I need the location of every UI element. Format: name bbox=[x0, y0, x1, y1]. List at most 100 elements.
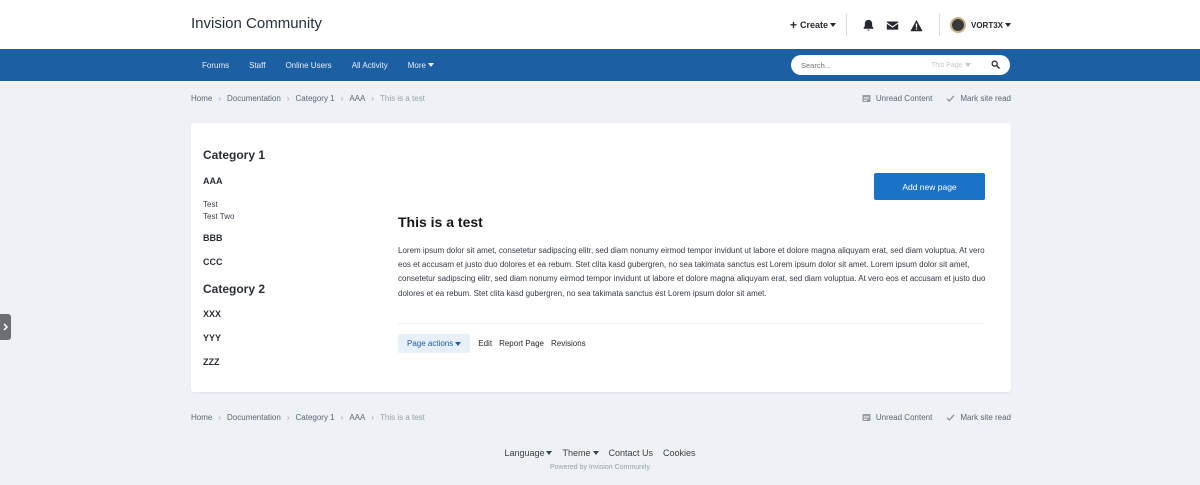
unread-icon bbox=[862, 94, 871, 102]
language-label: Language bbox=[504, 448, 545, 458]
nav-more-label: More bbox=[407, 60, 426, 70]
breadcrumb-top: Home › Documentation › Category 1 › AAA › Th… bbox=[191, 91, 1011, 105]
breadcrumb-aaa[interactable]: AAA bbox=[349, 94, 365, 103]
breadcrumb-current: This is a test bbox=[380, 93, 425, 103]
nav-item-staff[interactable]: Staff bbox=[249, 61, 265, 70]
page-link-test[interactable]: Test bbox=[203, 200, 218, 209]
mark-site-read-link[interactable]: Mark site read bbox=[946, 413, 1011, 422]
breadcrumb: Home › Documentation › Category 1 › AAA › Th… bbox=[191, 94, 425, 103]
nav-list: Forums Staff Online Users All Activity M… bbox=[191, 49, 454, 81]
page-link-test-two[interactable]: Test Two bbox=[203, 212, 234, 221]
chevron-right-icon: › bbox=[218, 412, 222, 422]
mark-site-read-link[interactable]: Mark site read bbox=[946, 94, 1011, 103]
breadcrumb-documentation[interactable]: Documentation bbox=[227, 413, 281, 422]
breadcrumb-actions: Unread Content Mark site read bbox=[848, 413, 1011, 422]
divider bbox=[845, 14, 847, 36]
username[interactable]: VORT3X bbox=[971, 21, 1003, 30]
breadcrumb-aaa[interactable]: AAA bbox=[349, 413, 365, 422]
powered-by-text[interactable]: Powered by Invision Community bbox=[0, 464, 1200, 471]
chevron-right-icon: › bbox=[371, 412, 374, 422]
unread-icon bbox=[862, 413, 871, 421]
breadcrumb-current: This is a test bbox=[380, 412, 425, 422]
page-actions-button[interactable]: Page actions bbox=[398, 334, 471, 353]
primary-nav: Forums Staff Online Users All Activity M… bbox=[0, 49, 1200, 81]
report-page-link[interactable]: Report Page bbox=[499, 339, 544, 348]
warning-icon[interactable] bbox=[910, 18, 924, 32]
envelope-icon[interactable] bbox=[886, 18, 900, 32]
breadcrumb-bottom: Home › Documentation › Category 1 › AAA › Th… bbox=[191, 410, 1011, 424]
section-title-ccc[interactable]: CCC bbox=[203, 257, 223, 267]
nav-item-forums[interactable]: Forums bbox=[202, 61, 229, 70]
chevron-right-icon: › bbox=[218, 93, 222, 103]
unread-content-label: Unread Content bbox=[875, 93, 933, 103]
bell-icon[interactable] bbox=[862, 18, 876, 32]
page-actions-label: Page actions bbox=[407, 339, 454, 348]
chevron-right-icon: › bbox=[340, 93, 344, 103]
caret-down-icon bbox=[829, 23, 836, 27]
avatar[interactable] bbox=[949, 17, 966, 33]
site-header: Invision Community + Create VORT3X bbox=[0, 0, 1200, 49]
revisions-link[interactable]: Revisions bbox=[551, 339, 586, 348]
add-new-page-button[interactable]: Add new page bbox=[874, 173, 985, 200]
search-scope-label: This Page bbox=[931, 61, 963, 69]
section-title-zzz[interactable]: ZZZ bbox=[203, 357, 220, 367]
unread-content-link[interactable]: Unread Content bbox=[862, 94, 932, 103]
caret-down-icon bbox=[964, 63, 971, 67]
section-title-bbb[interactable]: BBB bbox=[203, 233, 223, 243]
mark-site-read-label: Mark site read bbox=[960, 93, 1011, 103]
caret-down-icon bbox=[1005, 23, 1011, 27]
contact-us-link[interactable]: Contact Us bbox=[609, 448, 654, 458]
chevron-right-icon: › bbox=[340, 412, 344, 422]
plus-icon: + bbox=[789, 18, 797, 32]
sidebar-toggle-button[interactable] bbox=[0, 314, 11, 340]
section-title-aaa[interactable]: AAA bbox=[203, 176, 223, 186]
content-card: Category 1 AAA Test Test Two BBB CCC Cat… bbox=[191, 123, 1011, 392]
breadcrumb-home[interactable]: Home bbox=[191, 413, 212, 422]
user-menu[interactable]: VORT3X bbox=[949, 17, 1011, 33]
search-box: This Page bbox=[791, 55, 1010, 75]
footer-links: Language Theme Contact Us Cookies bbox=[0, 448, 1200, 458]
create-menu-button[interactable]: + Create bbox=[790, 18, 836, 32]
create-label: Create bbox=[799, 20, 828, 30]
theme-menu[interactable]: Theme bbox=[562, 448, 599, 458]
cookies-link[interactable]: Cookies bbox=[663, 448, 696, 458]
nav-item-more[interactable]: More bbox=[408, 61, 434, 70]
breadcrumb-category-1[interactable]: Category 1 bbox=[296, 94, 335, 103]
page-title: This is a test bbox=[398, 214, 483, 230]
caret-down-icon bbox=[427, 63, 434, 67]
search-icon[interactable] bbox=[991, 60, 1000, 69]
breadcrumb-documentation[interactable]: Documentation bbox=[227, 94, 281, 103]
search-input[interactable] bbox=[801, 60, 921, 70]
breadcrumb: Home › Documentation › Category 1 › AAA › Th… bbox=[191, 413, 425, 422]
site-title[interactable]: Invision Community bbox=[191, 15, 322, 32]
chevron-right-icon: › bbox=[286, 412, 290, 422]
search-scope-select[interactable]: This Page bbox=[931, 62, 971, 69]
chevron-right-icon: › bbox=[371, 93, 374, 103]
nav-item-online-users[interactable]: Online Users bbox=[285, 61, 331, 70]
breadcrumb-home[interactable]: Home bbox=[191, 94, 212, 103]
page-body: Lorem ipsum dolor sit amet, consetetur s… bbox=[398, 246, 986, 298]
section-title-xxx[interactable]: XXX bbox=[203, 309, 221, 319]
divider bbox=[398, 323, 985, 324]
caret-down-icon bbox=[592, 451, 599, 455]
page-actions-bar: Page actions Edit Report Page Revisions bbox=[398, 334, 593, 353]
theme-label: Theme bbox=[562, 448, 591, 458]
mark-site-read-label: Mark site read bbox=[960, 412, 1011, 422]
breadcrumb-category-1[interactable]: Category 1 bbox=[296, 413, 335, 422]
caret-down-icon bbox=[455, 341, 462, 346]
language-menu[interactable]: Language bbox=[504, 448, 553, 458]
check-icon bbox=[946, 414, 955, 421]
chevron-right-icon: › bbox=[286, 93, 290, 103]
unread-content-label: Unread Content bbox=[875, 412, 933, 422]
breadcrumb-actions: Unread Content Mark site read bbox=[848, 94, 1011, 103]
nav-item-all-activity[interactable]: All Activity bbox=[352, 61, 388, 70]
section-title-yyy[interactable]: YYY bbox=[203, 333, 221, 343]
edit-link[interactable]: Edit bbox=[478, 339, 492, 348]
user-bar: + Create VORT3X bbox=[790, 13, 1011, 37]
category-title[interactable]: Category 1 bbox=[203, 148, 265, 162]
divider bbox=[938, 14, 940, 36]
category-title[interactable]: Category 2 bbox=[203, 282, 265, 296]
check-icon bbox=[946, 95, 955, 102]
unread-content-link[interactable]: Unread Content bbox=[862, 413, 932, 422]
chevron-right-icon bbox=[2, 323, 8, 331]
